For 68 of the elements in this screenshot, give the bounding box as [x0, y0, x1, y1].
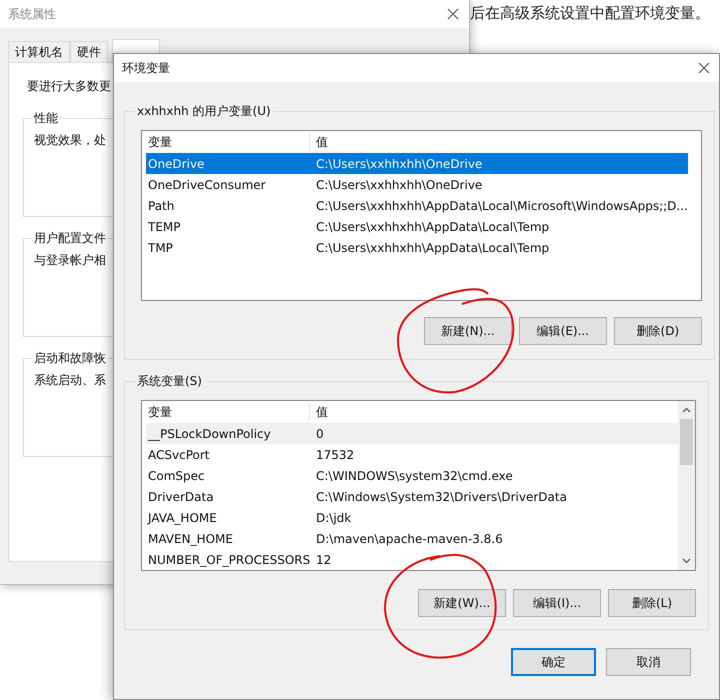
variable-name: TMP — [147, 240, 174, 256]
variable-value: C:\Users\xxhhxhh\OneDrive — [315, 176, 482, 194]
group-label: 用户配置文件 — [33, 230, 107, 247]
variable-name: OneDrive — [147, 156, 206, 172]
column-header[interactable]: 变量 — [146, 132, 310, 150]
close-icon[interactable] — [698, 62, 710, 74]
variable-name: ACSvcPort — [147, 446, 210, 464]
variable-value: C:\Users\xxhhxhh\OneDrive — [315, 156, 482, 172]
dialog-button[interactable]: 确定 — [511, 648, 596, 676]
variable-value: C:\Users\xxhhxhh\AppData\Local\Temp — [315, 240, 550, 256]
group-label: 性能 — [32, 110, 59, 127]
dialog-button[interactable]: 取消 — [606, 648, 691, 676]
variable-name: ComSpec — [147, 468, 206, 484]
variable-row[interactable]: JAVA_HOME D:\jdk — [146, 507, 678, 528]
variable-row[interactable]: DriverData C:\Windows\System32\Drivers\DriverData — [146, 486, 678, 507]
group-label: 系统变量(S) — [136, 373, 203, 390]
column-header[interactable]: 变量 — [146, 402, 310, 420]
variable-value: D:\jdk — [315, 510, 352, 526]
variable-value: C:\Users\xxhhxhh\AppData\Local\Temp — [315, 218, 550, 236]
tab[interactable]: 计算机名 — [8, 41, 70, 62]
variable-name: MAVEN_HOME — [147, 530, 234, 548]
variable-name: __PSLockDownPolicy — [146, 426, 272, 442]
scroll-down-icon[interactable] — [682, 558, 691, 564]
variable-row[interactable]: TMP C:\Users\xxhhxhh\AppData\Local\Temp — [146, 237, 688, 258]
variable-value: 0 — [315, 426, 324, 442]
column-header[interactable]: 值 — [310, 132, 688, 150]
variable-name: OneDriveConsumer — [147, 176, 267, 194]
variable-value: D:\maven\apache-maven-3.8.6 — [315, 530, 503, 548]
variable-value: 17532 — [315, 446, 354, 464]
variable-row[interactable]: ACSvcPort 17532 — [146, 444, 678, 465]
variable-value: C:\WINDOWS\system32\cmd.exe — [315, 468, 513, 484]
background-text: 后在高级系统设置中配置环境变量。 — [470, 3, 710, 24]
close-icon[interactable] — [447, 8, 459, 20]
dialog-button[interactable]: 新建(W)... — [418, 589, 506, 617]
dialog-button[interactable]: 删除(L) — [608, 589, 696, 617]
dialog-button[interactable]: 编辑(I)... — [513, 589, 601, 617]
variable-row[interactable]: TEMP C:\Users\xxhhxhh\AppData\Local\Temp — [146, 216, 688, 237]
group-text: 系统启动、系 — [34, 372, 106, 389]
variable-name: DriverData — [147, 488, 215, 506]
scroll-thumb[interactable] — [680, 419, 693, 465]
variable-name: JAVA_HOME — [146, 510, 218, 526]
scrollbar[interactable] — [678, 401, 695, 570]
variable-name: NUMBER_OF_PROCESSORS — [147, 552, 310, 568]
window-title: 系统属性 — [8, 6, 56, 23]
column-header[interactable]: 值 — [310, 402, 678, 420]
variable-row[interactable]: OneDriveConsumer C:\Users\xxhhxhh\OneDrive — [146, 174, 688, 195]
variable-value: 12 — [315, 552, 332, 568]
variable-value: C:\Users\xxhhxhh\AppData\Local\Microsoft\WindowsApps;;D... — [315, 198, 688, 214]
group-text: 视觉效果，处 — [34, 132, 106, 149]
variable-name: Path — [147, 198, 176, 214]
dialog-button[interactable]: 新建(N)... — [424, 317, 512, 345]
variable-value: C:\Windows\System32\Drivers\DriverData — [315, 488, 567, 506]
variable-row[interactable]: Path C:\Users\xxhhxhh\AppData\Local\Microsoft\WindowsApps;;D... — [146, 195, 688, 216]
variable-name: TEMP — [147, 218, 182, 236]
variable-row[interactable]: ComSpec C:\WINDOWS\system32\cmd.exe — [146, 465, 678, 486]
variable-row[interactable]: MAVEN_HOME D:\maven\apache-maven-3.8.6 — [146, 528, 678, 549]
tab[interactable]: 硬件 — [70, 41, 108, 62]
dialog-title: 环境变量 — [122, 60, 170, 77]
variable-row[interactable]: __PSLockDownPolicy 0 — [146, 423, 678, 444]
scroll-up-icon[interactable] — [682, 407, 691, 413]
variable-row[interactable]: NUMBER_OF_PROCESSORS 12 — [146, 549, 678, 570]
group-label: xxhhxhh 的用户变量(U) — [136, 103, 272, 120]
dialog-button[interactable]: 编辑(E)... — [518, 317, 607, 345]
variable-row[interactable]: OneDrive C:\Users\xxhhxhh\OneDrive — [146, 153, 688, 174]
dialog-button[interactable]: 删除(D) — [614, 317, 702, 345]
intro-text: 要进行大多数更 — [27, 78, 111, 95]
group-text: 与登录帐户相 — [34, 252, 106, 269]
group-label: 启动和故障恢 — [33, 350, 107, 367]
